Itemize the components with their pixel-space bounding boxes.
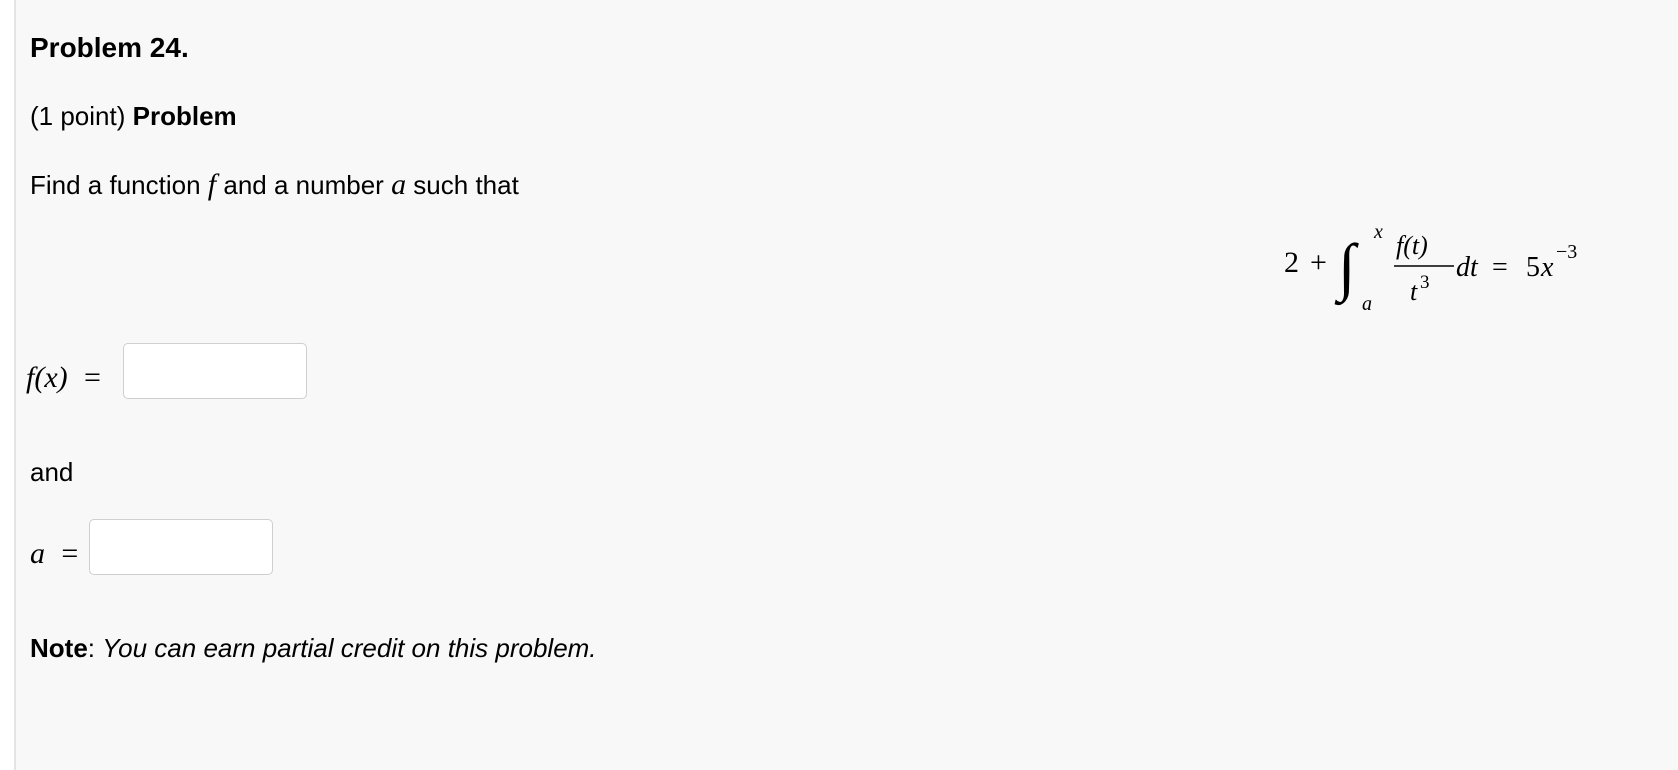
statement-var-f: f (207, 168, 217, 201)
eq-rhs-coef: 5 (1526, 252, 1540, 283)
points-label: (1 point) (30, 101, 126, 131)
f-answer-input[interactable] (123, 343, 307, 399)
f-answer-label: f(x) = (26, 361, 101, 395)
f-equals: = (83, 361, 101, 394)
statement-text-3: such that (413, 170, 519, 200)
eq-constant: 2 (1284, 246, 1299, 279)
integral-equation: 2 + ∫ x a f(t) t 3 dt = 5 x −3 (1284, 221, 1577, 315)
eq-equals: = (1492, 252, 1508, 283)
statement-text-1: Find a function (30, 170, 201, 200)
statement-var-a: a (391, 168, 407, 201)
a-label: a (30, 537, 45, 570)
problem-statement: Find a function f and a number a such th… (30, 168, 519, 202)
integral-sign: ∫ (1334, 231, 1359, 306)
eq-upper-limit: x (1373, 221, 1383, 243)
points-line: (1 point) Problem (30, 101, 237, 132)
eq-rhs-var: x (1540, 252, 1554, 283)
eq-numerator: f(t) (1396, 231, 1428, 260)
problem-heading: Problem (132, 101, 237, 131)
eq-denominator-base: t (1410, 277, 1418, 306)
eq-differential: dt (1456, 252, 1479, 283)
eq-lower-limit: a (1362, 293, 1372, 315)
note-line: Note: You can earn partial credit on thi… (30, 633, 597, 664)
a-answer-label: a = (30, 537, 78, 571)
note-label: Note (30, 633, 88, 663)
problem-title: Problem 24. (30, 32, 189, 63)
eq-plus: + (1310, 246, 1327, 279)
eq-denominator-exp: 3 (1420, 272, 1430, 293)
a-answer-input[interactable] (89, 519, 273, 575)
note-colon: : (87, 633, 96, 663)
f-label: f(x) (26, 361, 68, 394)
eq-rhs-exp: −3 (1556, 241, 1577, 263)
note-text: You can earn partial credit on this prob… (102, 633, 597, 663)
connector-text: and (30, 457, 74, 487)
a-equals: = (61, 537, 79, 570)
statement-text-2: and a number (223, 170, 384, 200)
